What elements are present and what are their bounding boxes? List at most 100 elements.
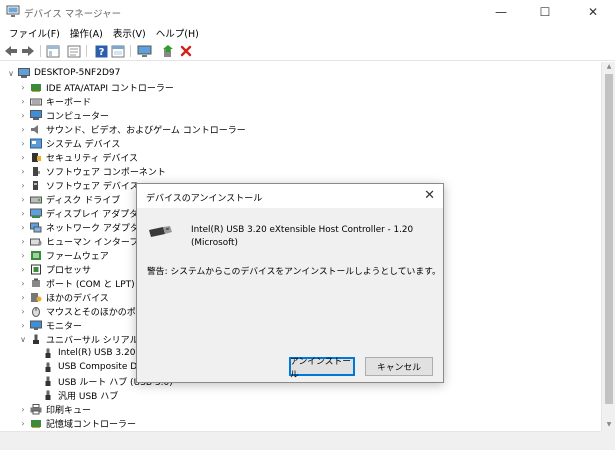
back-arrow-icon[interactable] — [3, 43, 19, 59]
chevron-right-icon[interactable]: › — [18, 136, 28, 150]
properties-icon[interactable] — [66, 43, 82, 59]
dialog-close-icon[interactable]: ✕ — [424, 188, 435, 203]
chevron-right-icon[interactable]: › — [18, 276, 28, 290]
usb-plug-icon — [45, 348, 51, 358]
port-icon — [32, 278, 40, 287]
show-hide-icon[interactable] — [45, 43, 61, 59]
tree-item-label: ポート (COM と LPT) — [46, 279, 135, 290]
chevron-right-icon[interactable]: › — [18, 192, 28, 206]
tree-item-label: ソフトウェア コンポーネント — [46, 167, 166, 178]
tree-child-item[interactable]: 汎用 USB ハブ — [40, 388, 118, 402]
menu-view[interactable]: 表示(V) — [108, 24, 151, 41]
cancel-button[interactable]: キャンセル — [365, 357, 433, 376]
chevron-right-icon[interactable]: › — [18, 178, 28, 192]
status-bar — [0, 444, 601, 450]
chevron-down-icon[interactable]: ∨ — [18, 332, 28, 346]
tree-root[interactable]: ∨ DESKTOP-5NF2D97 — [6, 66, 120, 80]
tree-item[interactable]: › 記憶域コントローラー — [18, 416, 136, 430]
chevron-right-icon[interactable]: › — [18, 122, 28, 136]
scroll-up-icon[interactable]: ▲ — [602, 62, 615, 72]
toolbar-separator — [130, 45, 131, 57]
title-bar: デバイス マネージャー — ☐ ✕ — [0, 0, 615, 24]
tree-item[interactable]: › ソフトウェア コンポーネント — [18, 164, 166, 178]
view-icon[interactable] — [110, 43, 126, 59]
chevron-right-icon[interactable]: › — [18, 80, 28, 94]
dialog-title-bar: デバイスのアンインストール ✕ — [137, 184, 443, 208]
chevron-right-icon[interactable]: › — [18, 402, 28, 416]
menu-action[interactable]: 操作(A) — [65, 24, 108, 41]
tree-item[interactable]: › ディスプレイ アダプター — [18, 206, 147, 220]
tree-item-label: ソフトウェア デバイス — [46, 181, 139, 192]
tree-item-label: 印刷キュー — [46, 405, 92, 416]
chevron-right-icon[interactable]: › — [18, 234, 28, 248]
tree-item[interactable]: › モニター — [18, 318, 82, 332]
tree-item-label: コンピューター — [46, 111, 110, 122]
tree-item[interactable]: › キーボード — [18, 94, 91, 108]
tree-item-label: ネットワーク アダプター — [46, 223, 148, 234]
tree-item-label: システム デバイス — [46, 139, 121, 150]
mouse-icon — [32, 306, 40, 317]
tree-item[interactable]: › プロセッサ — [18, 262, 91, 276]
ide-controller-icon — [31, 83, 41, 92]
tree-item[interactable]: › ディスク ドライブ — [18, 192, 120, 206]
vertical-scrollbar[interactable]: ▲ ▼ — [601, 62, 615, 431]
chevron-down-icon[interactable]: ∨ — [6, 66, 16, 80]
hid-icon — [30, 238, 42, 245]
menu-bar: ファイル(F) 操作(A) 表示(V) ヘルプ(H) — [0, 24, 615, 41]
network-adapter-icon — [30, 222, 42, 232]
tree-item-label: ファームウェア — [46, 251, 109, 262]
tree-item[interactable]: › システム デバイス — [18, 136, 120, 150]
toolbar: ? — [0, 41, 615, 61]
chevron-right-icon[interactable]: › — [18, 318, 28, 332]
tree-item[interactable]: › サウンド、ビデオ、およびゲーム コントローラー — [18, 122, 246, 136]
uninstall-x-icon[interactable] — [178, 43, 194, 59]
tree-item[interactable]: › コンピューター — [18, 108, 109, 122]
chevron-right-icon[interactable]: › — [18, 164, 28, 178]
menu-file[interactable]: ファイル(F) — [4, 24, 65, 41]
scrollbar-corner — [601, 431, 615, 450]
tree-item[interactable]: › ソフトウェア デバイス — [18, 178, 139, 192]
add-driver-icon[interactable] — [160, 43, 176, 59]
tree-item[interactable]: › セキュリティ デバイス — [18, 150, 138, 164]
usb-device-icon — [149, 226, 172, 237]
maximize-button[interactable]: ☐ — [523, 0, 567, 24]
tree-item[interactable]: › ほかのデバイス — [18, 290, 109, 304]
minimize-button[interactable]: — — [479, 0, 523, 24]
chevron-right-icon[interactable]: › — [18, 94, 28, 108]
chevron-right-icon[interactable]: › — [18, 220, 28, 234]
monitor-icon[interactable] — [136, 43, 152, 59]
unknown-device-icon — [31, 292, 42, 302]
uninstall-button[interactable]: アンインストール — [289, 357, 355, 380]
tree-item[interactable]: › 印刷キュー — [18, 402, 91, 416]
chevron-right-icon[interactable]: › — [18, 290, 28, 304]
tree-item-label: 記憶域コントローラー — [46, 419, 137, 430]
forward-arrow-icon[interactable] — [20, 43, 36, 59]
chevron-right-icon[interactable]: › — [18, 248, 28, 262]
usb-plug-icon — [45, 376, 51, 386]
uninstall-device-dialog: デバイスのアンインストール ✕ Intel(R) USB 3.20 eXtens… — [136, 183, 444, 383]
tree-item[interactable]: › ポート (COM と LPT) — [18, 276, 135, 290]
chevron-right-icon[interactable]: › — [18, 108, 28, 122]
usb-plug-icon — [45, 390, 51, 400]
chevron-right-icon[interactable]: › — [18, 304, 28, 318]
tree-item[interactable]: › IDE ATA/ATAPI コントローラー — [18, 80, 174, 94]
help-icon[interactable]: ? — [93, 43, 109, 59]
computer-icon — [30, 109, 42, 120]
horizontal-scrollbar[interactable] — [0, 431, 601, 444]
storage-controller-icon — [31, 419, 41, 428]
warning-text: 警告: システムからこのデバイスをアンインストールしようとしています。 — [147, 267, 441, 277]
tree-item[interactable]: › ファームウェア — [18, 248, 109, 262]
close-button[interactable]: ✕ — [571, 0, 615, 24]
software-component-icon — [33, 166, 40, 176]
window-title: デバイス マネージャー — [24, 9, 122, 20]
chevron-right-icon[interactable]: › — [18, 416, 28, 430]
tree-item[interactable]: › ネットワーク アダプター — [18, 220, 148, 234]
tree-item-label: セキュリティ デバイス — [46, 153, 139, 164]
chevron-right-icon[interactable]: › — [18, 150, 28, 164]
chevron-right-icon[interactable]: › — [18, 206, 28, 220]
scroll-thumb[interactable] — [605, 74, 613, 404]
tree-item-label: IDE ATA/ATAPI コントローラー — [46, 83, 174, 94]
chevron-right-icon[interactable]: › — [18, 262, 28, 276]
menu-help[interactable]: ヘルプ(H) — [151, 24, 204, 41]
scroll-down-icon[interactable]: ▼ — [602, 420, 615, 430]
